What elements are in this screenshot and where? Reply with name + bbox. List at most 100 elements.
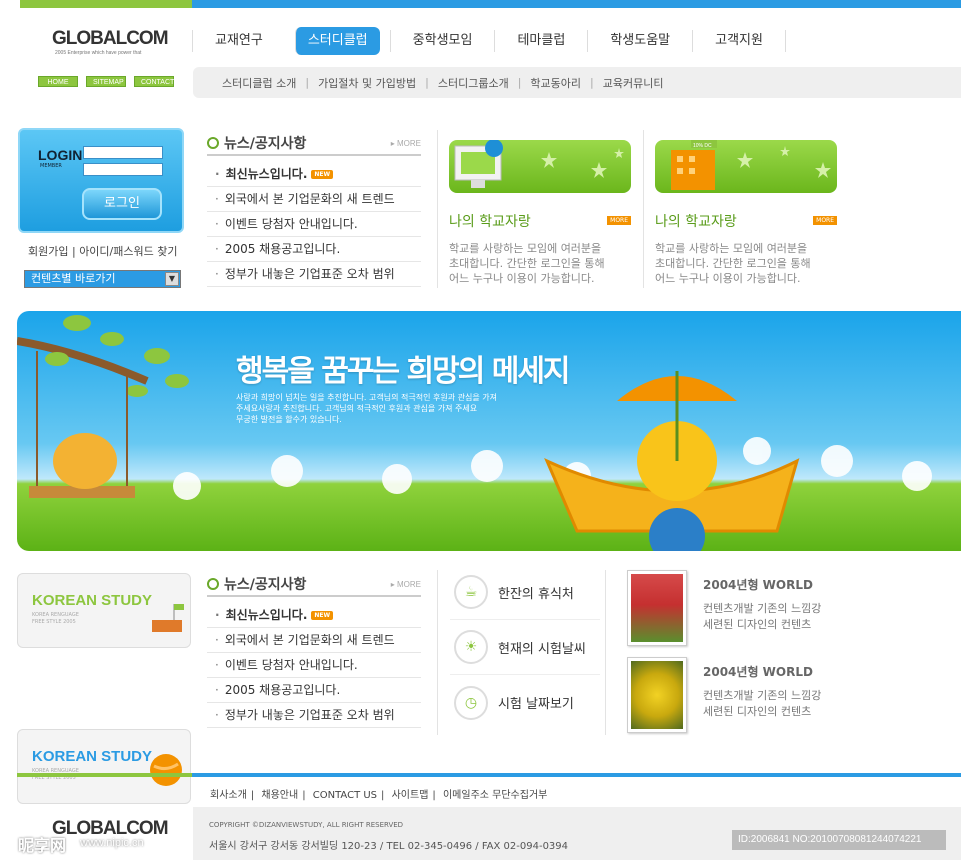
top-bar-blue	[192, 0, 961, 8]
chevron-down-icon[interactable]: ▼	[165, 272, 179, 286]
copyright: COPYRIGHT ©DIZANVIEWSTUDY, ALL RIGHT RES…	[209, 821, 404, 829]
password-input[interactable]	[83, 163, 163, 176]
content-select[interactable]: 컨텐츠별 바로가기 ▼	[24, 270, 181, 288]
top-bar-green	[20, 0, 192, 8]
subnav-item[interactable]: 교육커뮤니티	[594, 75, 673, 91]
main-nav: 교재연구 스터디클럽 중학생모임 테마클럽 학생도움말 고객지원	[192, 26, 786, 56]
more-link[interactable]: ▸ MORE	[391, 580, 421, 589]
login-subtitle: MEMBER	[40, 163, 62, 169]
subnav-item[interactable]: 학교동아리	[521, 75, 590, 91]
new-badge: NEW	[311, 611, 334, 620]
news-item[interactable]: 최신뉴스입니다.NEW	[207, 162, 421, 187]
news-item[interactable]: 외국에서 본 기업문화의 새 트렌드	[207, 628, 421, 653]
news-item[interactable]: 이벤트 당첨자 안내입니다.	[207, 212, 421, 237]
signup-link[interactable]: 회원가입	[28, 245, 68, 258]
footer-link[interactable]: 이메일주소 무단수집거부	[439, 790, 551, 801]
school-card[interactable]: 나의 학교자랑 MORE 학교를 사랑하는 모임에 여러분을 초대합니다. 간단한 …	[449, 140, 631, 286]
login-button[interactable]: 로그인	[82, 188, 162, 220]
footer-link[interactable]: CONTACT US	[309, 790, 381, 801]
world-description: 컨텐츠개발 기존의 느낌강 세련된 디자인의 컨텐츠	[703, 689, 822, 718]
watermark-url: www.nipic.cn	[80, 837, 144, 849]
quick-link-exam-date[interactable]: ◷ 시험 날짜보기	[450, 675, 600, 730]
new-badge: NEW	[311, 170, 334, 179]
more-button[interactable]: MORE	[607, 216, 631, 225]
quick-link-rest[interactable]: ☕ 한잔의 휴식처	[450, 565, 600, 620]
more-link[interactable]: ▸ MORE	[391, 139, 421, 148]
nav-item-theme-club[interactable]: 테마클럽	[494, 30, 587, 52]
clock-icon: ◷	[454, 685, 488, 720]
card-title: 나의 학교자랑	[449, 214, 531, 230]
footer-link[interactable]: 사이트맵	[388, 790, 433, 801]
banner-title: 행복을 꿈꾸는 희망의 메세지	[236, 354, 571, 389]
login-title: LOGIN	[38, 147, 83, 163]
subnav-item[interactable]: 스터디클럽 소개	[213, 75, 305, 91]
login-links: 회원가입 | 아이디/패스워드 찾기	[28, 245, 178, 258]
footer-links: 회사소개 | 채용안내 | CONTACT US | 사이트맵 | 이메일주소 무단수집…	[206, 786, 551, 801]
username-input[interactable]	[83, 146, 163, 159]
korean-study-banner[interactable]: KOREAN STUDY KOREA RENGUAGE FREE STYLE 20…	[17, 573, 191, 648]
globe-icon	[150, 754, 182, 786]
news-item[interactable]: 2005 채용공고입니다.	[207, 678, 421, 703]
news-item[interactable]: 2005 채용공고입니다.	[207, 237, 421, 262]
flower-thumbnail[interactable]	[627, 657, 687, 733]
monitor-illustration	[449, 140, 631, 193]
news-panel-top: 뉴스/공지사항 ▸ MORE 최신뉴스입니다.NEW 외국에서 본 기업문화의 …	[207, 132, 421, 287]
news-panel-bottom: 뉴스/공지사항 ▸ MORE 최신뉴스입니다.NEW 외국에서 본 기업문화의 …	[207, 573, 421, 728]
nav-item-middle-school[interactable]: 중학생모임	[389, 30, 495, 52]
news-item[interactable]: 정부가 내놓은 기업표준 오차 범위	[207, 262, 421, 287]
world-item: 2004년형 WORLD 컨텐츠개발 기존의 느낌강 세련된 디자인의 컨텐츠	[703, 663, 821, 720]
find-id-link[interactable]: 아이디/패스워드 찾기	[79, 245, 177, 258]
site-logo[interactable]: GLOBALCOM	[52, 28, 169, 50]
home-link[interactable]: HOME	[38, 76, 78, 87]
tulip-thumbnail[interactable]	[627, 570, 687, 646]
news-item[interactable]: 최신뉴스입니다.NEW	[207, 603, 421, 628]
more-button[interactable]: MORE	[813, 216, 837, 225]
divider	[643, 130, 644, 288]
footer-bar-green	[17, 773, 192, 777]
korean-study-subtitle: KOREA RENGUAGE FREE STYLE 2005	[32, 612, 79, 625]
address: 서울시 강서구 강서동 강서빌딩 120-23 / TEL 02-345-049…	[209, 841, 569, 852]
mini-nav: HOME SITEMAP CONTACT	[38, 76, 174, 87]
nav-item-study-club[interactable]: 스터디클럽	[294, 27, 380, 55]
korean-study-banner[interactable]: KOREAN STUDY KOREA RENGUAGE FREE STYLE 20…	[17, 729, 191, 804]
world-item: 2004년형 WORLD 컨텐츠개발 기존의 느낌강 세련된 디자인의 컨텐츠	[703, 576, 821, 633]
news-item[interactable]: 외국에서 본 기업문화의 새 트렌드	[207, 187, 421, 212]
footer-link[interactable]: 회사소개	[206, 790, 251, 801]
contact-link[interactable]: CONTACT	[134, 76, 174, 87]
nav-item-support[interactable]: 고객지원	[692, 30, 786, 52]
news-item[interactable]: 이벤트 당첨자 안내입니다.	[207, 653, 421, 678]
subnav-item[interactable]: 가입절차 및 가입방법	[309, 75, 425, 91]
world-title[interactable]: 2004년형 WORLD	[703, 576, 821, 593]
subnav-item[interactable]: 스터디그룹소개	[429, 75, 518, 91]
divider	[437, 570, 438, 735]
building-icon: 10% DC	[671, 140, 831, 190]
quick-link-weather[interactable]: ☀ 현재의 시험날씨	[450, 620, 600, 675]
news-title: 뉴스/공지사항	[224, 577, 307, 593]
quick-links: ☕ 한잔의 휴식처 ☀ 현재의 시험날씨 ◷ 시험 날짜보기	[450, 565, 600, 730]
book-icon	[152, 604, 184, 632]
nav-item-student-help[interactable]: 학생도움말	[587, 30, 692, 52]
world-description: 컨텐츠개발 기존의 느낌강 세련된 디자인의 컨텐츠	[703, 602, 822, 631]
weather-icon: ☀	[454, 630, 488, 664]
circle-icon	[207, 578, 219, 590]
card-badge: 10% DC	[693, 143, 712, 149]
content-select-value: 컨텐츠별 바로가기	[31, 272, 116, 285]
sitemap-link[interactable]: SITEMAP	[86, 76, 126, 87]
news-title: 뉴스/공지사항	[224, 136, 307, 152]
divider	[605, 570, 606, 735]
card-description: 학교를 사랑하는 모임에 여러분을 초대합니다. 간단한 로그인을 통해 어느 누구…	[655, 242, 811, 285]
korean-study-title: KOREAN STUDY	[32, 592, 153, 609]
sub-nav: 스터디클럽 소개 | 가입절차 및 가입방법 | 스터디그룹소개 | 학교동아리 | 교…	[193, 67, 961, 98]
news-item[interactable]: 정부가 내놓은 기업표준 오차 범위	[207, 703, 421, 728]
banner-text: 사랑과 희망이 넘치는 일을 추진합니다. 고객님의 적극적인 후원과 관심을 …	[236, 393, 497, 424]
divider	[437, 130, 438, 288]
logo-tagline: 2005 Enterprise which have power that	[55, 50, 142, 56]
card-title: 나의 학교자랑	[655, 214, 737, 230]
cup-icon: ☕	[454, 575, 488, 609]
world-title[interactable]: 2004년형 WORLD	[703, 663, 821, 680]
image-id-stamp: ID:2006841 NO:20100708081244074221	[732, 830, 946, 850]
footer-link[interactable]: 채용안내	[257, 790, 302, 801]
school-card[interactable]: 10% DC 나의 학교자랑 MORE 학교를 사랑하는 모임에 여러분을 초대합니…	[655, 140, 837, 286]
footer-bar-blue	[192, 773, 961, 777]
nav-item-textbook[interactable]: 교재연구	[192, 30, 285, 52]
